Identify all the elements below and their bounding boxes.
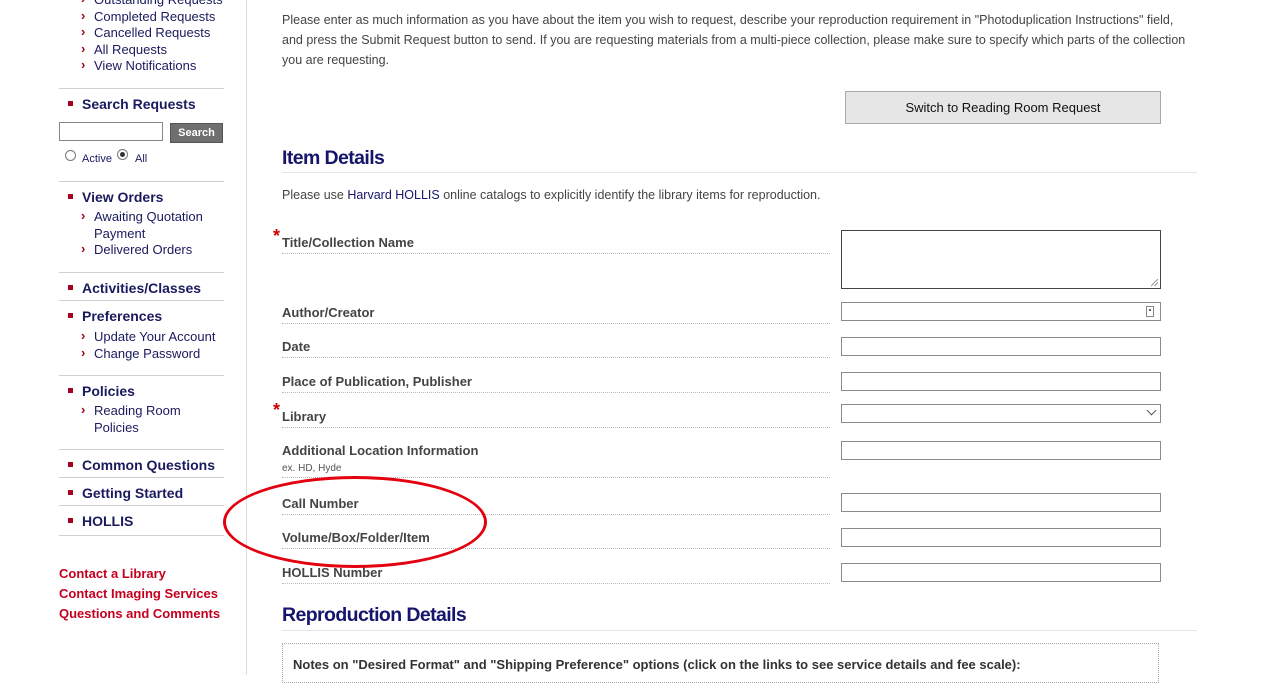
requests-submenu: Outstanding Requests Completed Requests … <box>59 0 223 75</box>
radio-all-label: All <box>135 153 148 165</box>
required-mark: * <box>273 400 281 420</box>
questions-comments-link[interactable]: Questions and Comments <box>59 605 220 623</box>
format-notes-box: Notes on "Desired Format" and "Shipping … <box>282 643 1159 683</box>
sidebar-item-common-questions[interactable]: Common Questions <box>59 456 224 474</box>
item-details-divider <box>282 172 1197 173</box>
date-label: Date <box>282 339 830 358</box>
call-number-field[interactable] <box>841 493 1161 512</box>
reproduction-details-heading: Reproduction Details <box>282 604 467 626</box>
sidebar-item-getting-started[interactable]: Getting Started <box>59 484 224 502</box>
sidebar-item-all-requests[interactable]: All Requests <box>59 41 223 59</box>
format-notes-text: Notes on "Desired Format" and "Shipping … <box>293 657 1021 672</box>
radio-all[interactable] <box>117 149 128 160</box>
contact-imaging-link[interactable]: Contact Imaging Services <box>59 585 218 603</box>
radio-active[interactable] <box>65 150 76 161</box>
policies-title[interactable]: Policies <box>59 382 224 400</box>
location-label: Additional Location Information ex. HD, … <box>282 443 830 478</box>
search-button[interactable]: Search <box>170 123 223 143</box>
sidebar-divider <box>246 0 247 675</box>
harvard-hollis-link[interactable]: Harvard HOLLIS <box>347 188 439 202</box>
field-helper-icon[interactable] <box>1146 306 1154 317</box>
radio-active-label: Active <box>82 153 112 165</box>
getting-started-section: Getting Started <box>59 477 224 502</box>
required-mark: * <box>273 226 281 246</box>
library-select[interactable] <box>841 404 1161 423</box>
sidebar-item-delivered-orders[interactable]: Delivered Orders <box>59 241 209 259</box>
common-questions-section: Common Questions <box>59 449 224 474</box>
location-label-text: Additional Location Information <box>282 443 479 458</box>
sidebar-item-change-password[interactable]: Change Password <box>59 345 224 363</box>
date-field[interactable] <box>841 337 1161 356</box>
location-hint: ex. HD, Hyde <box>282 463 342 474</box>
hollis-section: HOLLIS <box>59 505 224 536</box>
preferences-title[interactable]: Preferences <box>59 307 224 325</box>
note-suffix: online catalogs to explicitly identify t… <box>439 188 821 202</box>
sidebar-item-update-account[interactable]: Update Your Account <box>59 328 224 346</box>
place-label: Place of Publication, Publisher <box>282 374 830 393</box>
sidebar-item-cancelled-requests[interactable]: Cancelled Requests <box>59 24 223 42</box>
activities-section: Activities/Classes <box>59 272 224 297</box>
title-label: Title/Collection Name <box>282 235 830 254</box>
hollis-note: Please use Harvard HOLLIS online catalog… <box>282 188 820 202</box>
reproduction-details-divider <box>282 630 1197 631</box>
annotation-circle <box>223 476 487 568</box>
author-label: Author/Creator <box>282 305 830 324</box>
search-input[interactable] <box>59 122 163 141</box>
search-requests-section: Search Requests Search Active All <box>59 88 224 176</box>
item-details-heading: Item Details <box>282 147 385 169</box>
sidebar-item-activities[interactable]: Activities/Classes <box>59 279 224 297</box>
chevron-down-icon <box>1146 405 1157 416</box>
note-prefix: Please use <box>282 188 348 202</box>
location-field[interactable] <box>841 441 1161 460</box>
sidebar-item-view-notifications[interactable]: View Notifications <box>59 57 223 75</box>
sidebar-item-awaiting-quotation[interactable]: Awaiting Quotation Payment <box>59 208 209 242</box>
library-label: Library <box>282 409 830 428</box>
sidebar-item-completed-requests[interactable]: Completed Requests <box>59 8 223 26</box>
search-requests-title[interactable]: Search Requests <box>59 95 196 113</box>
preferences-section: Preferences Update Your Account Change P… <box>59 300 224 362</box>
author-field[interactable] <box>841 302 1161 321</box>
view-orders-title[interactable]: View Orders <box>59 188 224 206</box>
switch-reading-room-button[interactable]: Switch to Reading Room Request <box>845 91 1161 124</box>
view-orders-section: View Orders Awaiting Quotation Payment D… <box>59 181 224 259</box>
title-textarea[interactable] <box>841 230 1161 289</box>
hollis-number-field[interactable] <box>841 563 1161 582</box>
place-field[interactable] <box>841 372 1161 391</box>
intro-text: Please enter as much information as you … <box>282 13 1186 67</box>
sidebar-item-reading-room-policies[interactable]: Reading Room Policies <box>59 402 189 436</box>
policies-section: Policies Reading Room Policies <box>59 375 224 436</box>
volume-field[interactable] <box>841 528 1161 547</box>
sidebar-item-hollis[interactable]: HOLLIS <box>59 512 224 530</box>
contact-library-link[interactable]: Contact a Library <box>59 565 166 583</box>
